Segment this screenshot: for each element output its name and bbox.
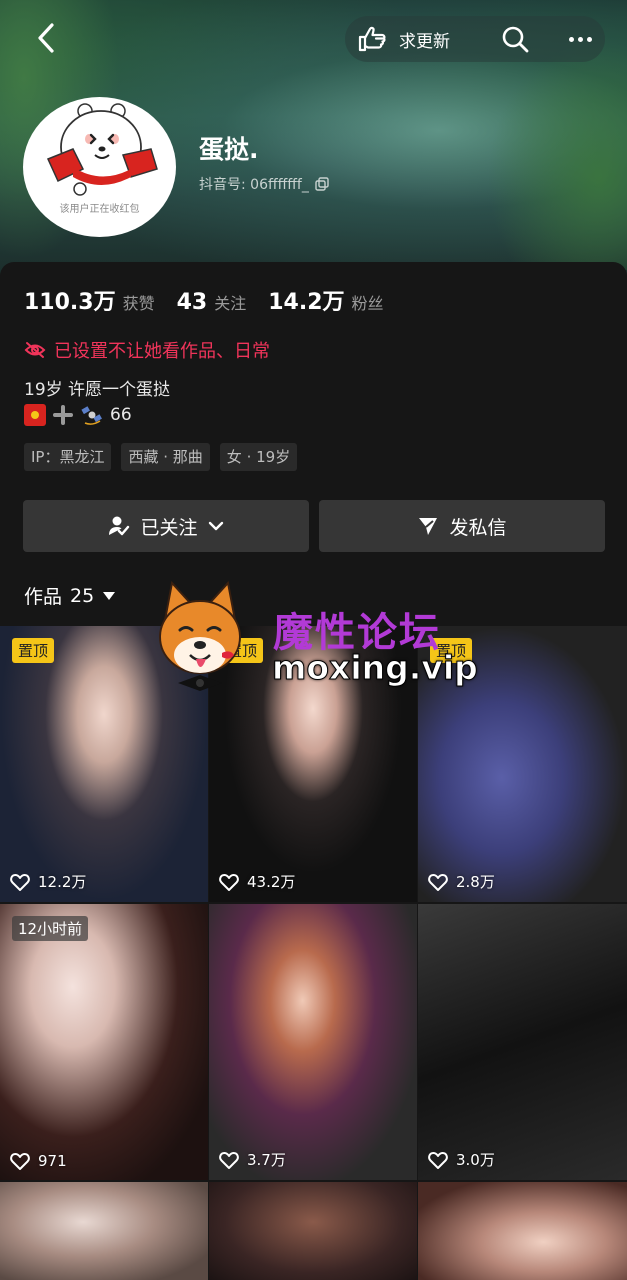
heart-icon	[219, 1151, 239, 1169]
stats-row: 110.3万 获赞 43 关注 14.2万 粉丝	[24, 284, 384, 316]
like-count-text: 971	[38, 1152, 67, 1170]
caret-down-icon	[103, 591, 116, 600]
pinned-badge: 置顶	[12, 638, 55, 663]
search-icon	[502, 26, 529, 53]
stat-following[interactable]: 43 关注	[177, 290, 247, 315]
stat-followers[interactable]: 14.2万 粉丝	[268, 284, 383, 316]
heart-icon	[10, 873, 30, 891]
bio-line-2: 66	[24, 404, 132, 426]
bio-number: 66	[110, 405, 132, 425]
works-label: 作品	[24, 586, 63, 608]
like-count-text: 3.0万	[456, 1151, 495, 1169]
like-count-text: 2.8万	[456, 873, 495, 891]
tag-gender-age: 女 · 19岁	[219, 443, 298, 471]
douyin-id-text: 抖音号: 06fffffff_	[199, 177, 309, 193]
heart-icon	[428, 1151, 448, 1169]
video-grid: 置顶 12.2万 置顶 43.2万 置顶 2.8万 12小时前 971 3.7万	[0, 626, 627, 1280]
profile-tags: IP：黑龙江 西藏 · 那曲 女 · 19岁	[24, 443, 298, 471]
request-update-label: 求更新	[399, 31, 450, 52]
following-label: 已关注	[140, 516, 198, 539]
video-thumbnail[interactable]: 12小时前 971	[0, 904, 208, 1180]
like-count: 2.8万	[428, 871, 495, 892]
stat-followers-label: 粉丝	[351, 294, 384, 313]
video-thumbnail[interactable]	[209, 1182, 417, 1280]
watermark-site: moxing.vip	[272, 648, 479, 688]
nickname: 蛋挞.	[199, 135, 259, 164]
douyin-id[interactable]: 抖音号: 06fffffff_	[199, 174, 329, 194]
heart-icon	[10, 1153, 30, 1170]
back-button[interactable]	[30, 22, 62, 54]
heart-icon	[219, 873, 239, 891]
plus-icon	[53, 405, 73, 425]
chevron-left-icon	[38, 23, 54, 53]
hand-point-icon	[358, 26, 386, 52]
message-label: 发私信	[449, 516, 507, 539]
video-thumbnail[interactable]	[0, 1182, 208, 1280]
tag-ip: IP：黑龙江	[24, 443, 112, 471]
message-button[interactable]: 发私信	[319, 500, 605, 552]
copy-icon	[315, 177, 329, 191]
following-button[interactable]: 已关注	[23, 500, 309, 552]
stat-followers-num: 14.2万	[268, 290, 345, 315]
stat-likes-label: 获赞	[122, 294, 155, 313]
search-button[interactable]	[500, 24, 530, 54]
privacy-notice-text: 已设置不让她看作品、日常	[54, 341, 270, 362]
tag-location: 西藏 · 那曲	[121, 443, 210, 471]
heart-icon	[428, 873, 448, 891]
action-buttons: 已关注 发私信	[23, 500, 605, 552]
video-thumbnail[interactable]	[418, 1182, 627, 1280]
like-count-text: 3.7万	[247, 1151, 286, 1169]
stat-following-label: 关注	[214, 294, 247, 313]
more-button[interactable]	[565, 26, 595, 52]
red-envelope-icon	[24, 404, 46, 426]
privacy-notice[interactable]: 已设置不让她看作品、日常	[24, 337, 270, 363]
send-icon	[419, 518, 438, 535]
works-count: 25	[70, 584, 95, 607]
like-count: 12.2万	[10, 871, 86, 892]
more-dot-icon	[586, 36, 592, 42]
satellite-icon	[81, 406, 102, 425]
shiba-logo-icon	[159, 580, 241, 691]
eye-slash-icon	[24, 342, 46, 358]
tab-works[interactable]: 作品 25	[24, 582, 116, 609]
request-update-button[interactable]: 求更新	[357, 20, 450, 58]
like-count: 3.0万	[428, 1149, 495, 1170]
avatar[interactable]: 该用户正在收红包	[23, 97, 176, 237]
cover-foliage-right	[487, 40, 627, 270]
chevron-down-icon	[208, 521, 223, 531]
more-dot-icon	[577, 36, 583, 42]
video-thumbnail[interactable]: 3.7万	[209, 904, 417, 1180]
more-dot-icon	[568, 36, 574, 42]
like-count: 43.2万	[219, 871, 295, 892]
user-check-icon	[109, 516, 130, 536]
like-count: 3.7万	[219, 1149, 286, 1170]
stat-following-num: 43	[176, 290, 208, 315]
stat-likes-num: 110.3万	[24, 290, 116, 315]
like-count-text: 43.2万	[247, 873, 296, 891]
bio-line-1: 19岁 许愿一个蛋挞	[24, 380, 171, 400]
video-thumbnail[interactable]: 3.0万	[418, 904, 627, 1180]
like-count: 971	[10, 1152, 67, 1170]
time-badge: 12小时前	[12, 916, 89, 941]
like-count-text: 12.2万	[38, 873, 87, 891]
stat-likes[interactable]: 110.3万 获赞	[24, 284, 155, 316]
avatar-caption: 该用户正在收红包	[59, 204, 140, 215]
